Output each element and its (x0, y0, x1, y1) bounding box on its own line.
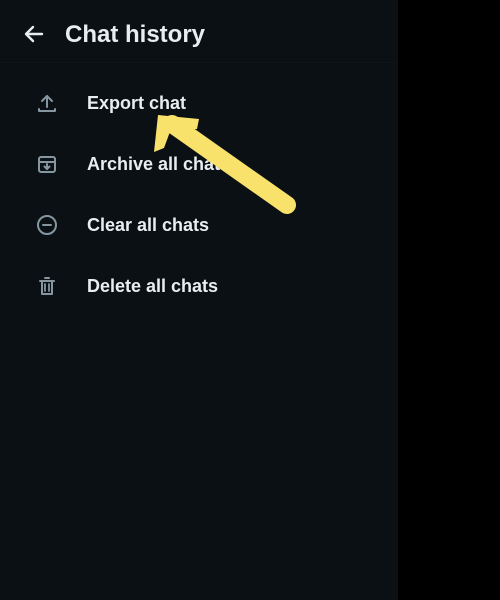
delete-all-chats-label: Delete all chats (87, 276, 219, 296)
back-button[interactable] (17, 17, 51, 51)
archive-all-chats-item[interactable]: Archive all chats (0, 134, 398, 194)
archive-icon (35, 152, 59, 176)
trash-icon (35, 274, 59, 298)
arrow-left-icon (24, 25, 44, 43)
app-header: Chat history (0, 0, 398, 62)
page-title: Chat history (65, 21, 206, 48)
export-chat-item[interactable]: Export chat (0, 73, 398, 133)
delete-all-chats-item[interactable]: Delete all chats (0, 256, 398, 316)
export-chat-label: Export chat (87, 93, 187, 113)
clear-all-chats-item[interactable]: Clear all chats (0, 195, 398, 255)
minus-circle-icon (35, 213, 59, 237)
clear-all-chats-label: Clear all chats (87, 215, 210, 235)
upload-icon (35, 91, 59, 115)
archive-all-chats-label: Archive all chats (87, 154, 231, 174)
chat-history-screen: Chat history Export chat Archive all cha… (0, 0, 398, 600)
